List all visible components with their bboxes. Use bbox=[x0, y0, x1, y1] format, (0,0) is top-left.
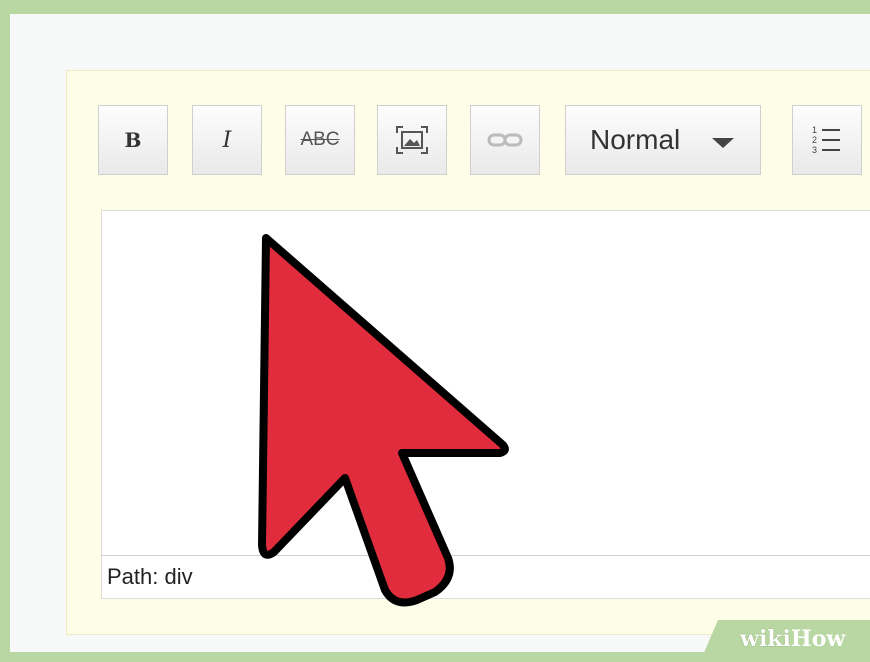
watermark-how: How bbox=[790, 626, 846, 652]
wikihow-watermark: wikiHow bbox=[700, 620, 870, 662]
watermark-wiki: wiki bbox=[740, 626, 791, 652]
arrow-cursor-icon bbox=[258, 234, 509, 607]
